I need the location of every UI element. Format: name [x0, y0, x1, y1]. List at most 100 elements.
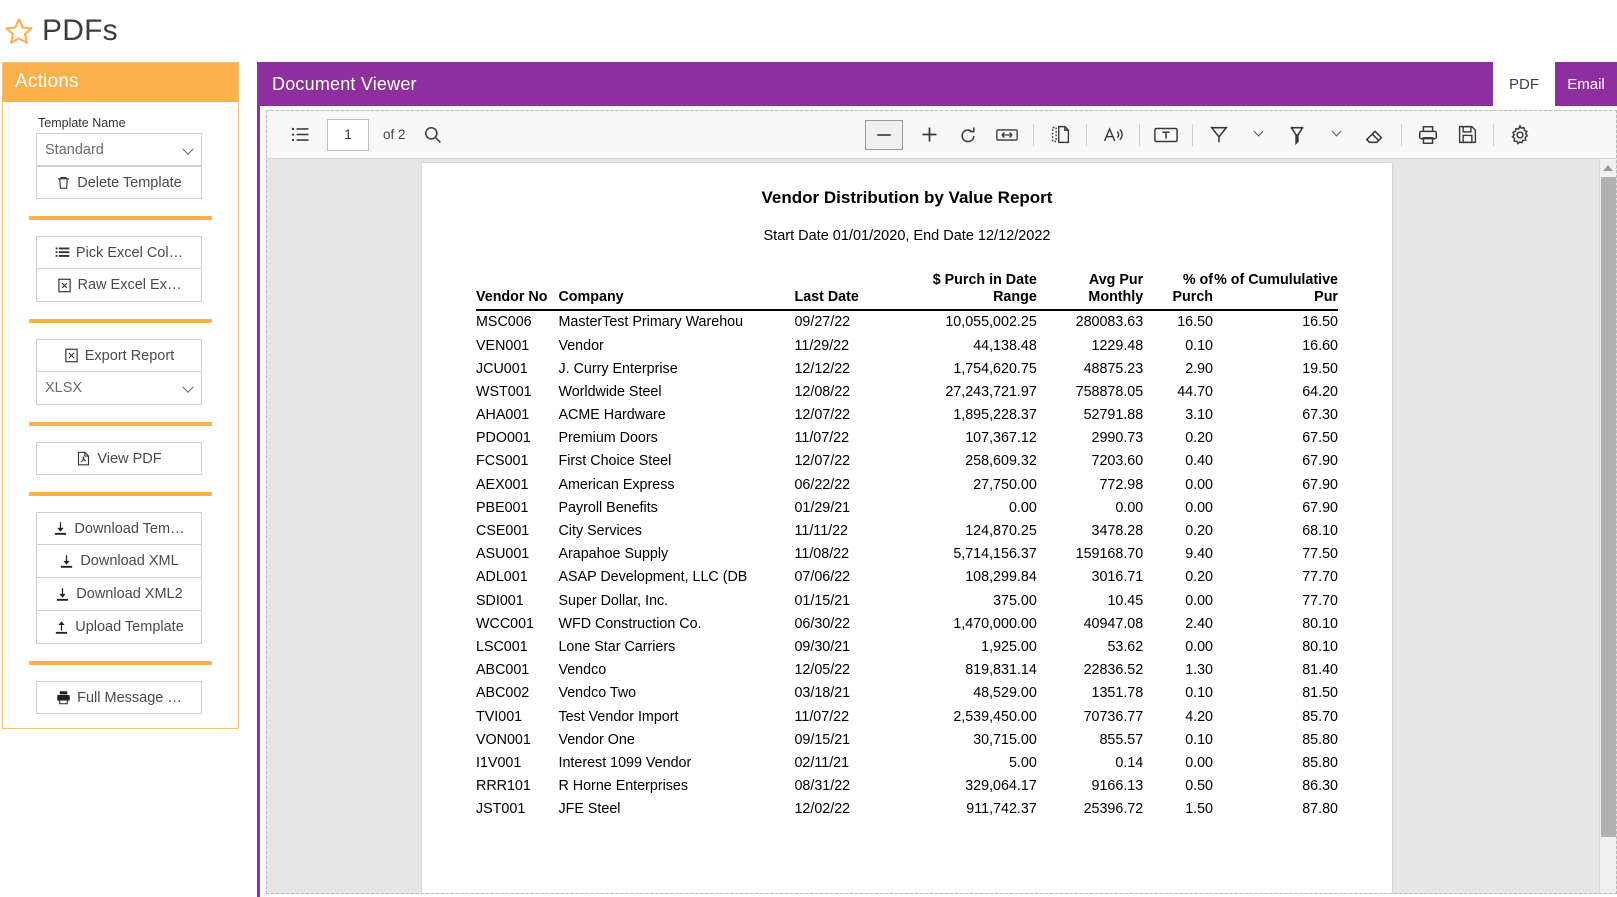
cell-avg-monthly: 280083.63	[1037, 310, 1143, 334]
cell-pct-cumulative: 80.10	[1213, 635, 1338, 658]
cell-avg-monthly: 1351.78	[1037, 682, 1143, 705]
search-icon[interactable]	[420, 122, 446, 148]
cell-last-date: 11/07/22	[794, 427, 895, 450]
cell-last-date: 12/08/22	[794, 380, 895, 403]
cell-purch-range: 27,243,721.97	[896, 380, 1037, 403]
cell-company-text: Test Vendor Import	[558, 709, 794, 725]
cell-pct-purch: 0.50	[1143, 774, 1213, 797]
cell-vendor-no: RRR101	[476, 774, 558, 797]
download-xml-button[interactable]: Download XML	[36, 545, 202, 578]
print-icon	[56, 690, 71, 705]
vertical-scrollbar[interactable]	[1599, 159, 1616, 894]
zoom-in-icon[interactable]	[916, 122, 942, 148]
pen-icon[interactable]	[1206, 122, 1232, 148]
cell-vendor-no: ABC001	[476, 659, 558, 682]
list-thumbnails-icon[interactable]	[287, 122, 313, 148]
highlighter-options-chevron-down-icon[interactable]	[1323, 122, 1349, 148]
table-header: Vendor No Company Last Date $ Purch in D…	[476, 272, 1338, 310]
upload-icon	[54, 620, 69, 635]
cell-vendor-no: TVI001	[476, 705, 558, 728]
cell-company: Lone Star Carriers	[558, 635, 794, 658]
cell-company-text: Premium Doors	[558, 430, 794, 446]
export-report-button[interactable]: Export Report	[36, 339, 202, 372]
table-row: JCU001J. Curry Enterprise12/12/221,754,6…	[476, 357, 1338, 380]
cell-company-text: J. Curry Enterprise	[558, 361, 794, 377]
download-xml2-button[interactable]: Download XML2	[36, 578, 202, 611]
cell-purch-range: 108,299.84	[896, 566, 1037, 589]
page-view-icon[interactable]	[1047, 122, 1073, 148]
export-format-select[interactable]: XLSX	[36, 372, 202, 405]
cell-company: First Choice Steel	[558, 450, 794, 473]
save-icon[interactable]	[1454, 122, 1480, 148]
pen-options-chevron-down-icon[interactable]	[1245, 122, 1271, 148]
cell-avg-monthly: 159168.70	[1037, 543, 1143, 566]
scrollbar-thumb[interactable]	[1601, 177, 1616, 837]
rotate-icon[interactable]	[955, 122, 981, 148]
toolbar-separator	[1493, 124, 1494, 146]
cell-vendor-no: ASU001	[476, 543, 558, 566]
raw-excel-export-button[interactable]: Raw Excel Ex…	[36, 269, 202, 302]
toolbar-separator	[1033, 124, 1034, 146]
cell-company-text: Vendco	[558, 662, 794, 678]
fit-width-icon[interactable]	[994, 122, 1020, 148]
template-name-select[interactable]: Standard	[36, 133, 202, 166]
read-aloud-icon[interactable]	[1100, 122, 1126, 148]
cell-vendor-no: JST001	[476, 798, 558, 821]
cell-purch-range: 375.00	[896, 589, 1037, 612]
cell-vendor-no: VEN001	[476, 334, 558, 357]
cell-pct-cumulative: 77.70	[1213, 566, 1338, 589]
pdf-toolbar-left: 1 of 2	[267, 119, 446, 151]
cell-last-date: 11/07/22	[794, 705, 895, 728]
tab-email[interactable]: Email	[1555, 62, 1617, 106]
cell-purch-range: 329,064.17	[896, 774, 1037, 797]
scroll-up-arrow-icon[interactable]	[1600, 159, 1616, 176]
cell-vendor-no: ADL001	[476, 566, 558, 589]
cell-last-date: 11/29/22	[794, 334, 895, 357]
highlighter-icon[interactable]	[1284, 122, 1310, 148]
cell-company-text: R Horne Enterprises	[558, 778, 794, 794]
upload-template-button[interactable]: Upload Template	[36, 611, 202, 644]
table-row: SDI001Super Dollar, Inc.01/15/21375.0010…	[476, 589, 1338, 612]
template-name-value: Standard	[45, 142, 104, 158]
cell-pct-purch: 0.00	[1143, 751, 1213, 774]
delete-template-label: Delete Template	[77, 175, 182, 191]
download-template-button[interactable]: Download Tem…	[36, 512, 202, 545]
report-title: Vendor Distribution by Value Report	[422, 188, 1392, 208]
pick-excel-columns-button[interactable]: Pick Excel Col…	[36, 236, 202, 269]
zoom-out-icon[interactable]	[865, 120, 903, 150]
full-message-button[interactable]: Full Message …	[36, 681, 202, 714]
cell-company: ACME Hardware	[558, 403, 794, 426]
cell-last-date: 09/15/21	[794, 728, 895, 751]
cell-purch-range: 1,895,228.37	[896, 403, 1037, 426]
cell-vendor-no: FCS001	[476, 450, 558, 473]
cell-vendor-no: WCC001	[476, 612, 558, 635]
table-row: ABC002Vendco Two03/18/2148,529.001351.78…	[476, 682, 1338, 705]
view-pdf-button[interactable]: View PDF	[36, 442, 202, 475]
gear-icon[interactable]	[1507, 122, 1533, 148]
cell-company-text: ACME Hardware	[558, 407, 794, 423]
tab-pdf[interactable]: PDF	[1493, 62, 1555, 106]
cell-company-text: Vendco Two	[558, 685, 794, 701]
document-scroll-area[interactable]: Vendor Distribution by Value Report Star…	[267, 159, 1616, 893]
view-pdf-label: View PDF	[97, 451, 161, 467]
delete-template-button[interactable]: Delete Template	[36, 166, 202, 199]
cell-purch-range: 30,715.00	[896, 728, 1037, 751]
star-outline-icon[interactable]	[4, 16, 34, 46]
cell-purch-range: 10,055,002.25	[896, 310, 1037, 334]
cell-purch-range: 124,870.25	[896, 519, 1037, 542]
pdf-frame: 1 of 2	[266, 110, 1617, 894]
pick-excel-columns-label: Pick Excel Col…	[76, 245, 183, 261]
cell-pct-purch: 0.10	[1143, 728, 1213, 751]
cell-pct-purch: 1.50	[1143, 798, 1213, 821]
text-box-icon[interactable]	[1153, 122, 1179, 148]
raw-excel-export-label: Raw Excel Ex…	[78, 277, 182, 293]
table-header-row: Vendor No Company Last Date $ Purch in D…	[476, 272, 1338, 310]
chevron-down-icon	[182, 382, 193, 393]
template-name-label: Template Name	[38, 116, 222, 130]
table-row: FCS001First Choice Steel12/07/22258,609.…	[476, 450, 1338, 473]
print-icon[interactable]	[1415, 122, 1441, 148]
eraser-icon[interactable]	[1362, 122, 1388, 148]
page-number-input[interactable]: 1	[327, 119, 369, 151]
table-row: MSC006MasterTest Primary Warehou09/27/22…	[476, 310, 1338, 334]
cell-company-text: First Choice Steel	[558, 453, 794, 469]
